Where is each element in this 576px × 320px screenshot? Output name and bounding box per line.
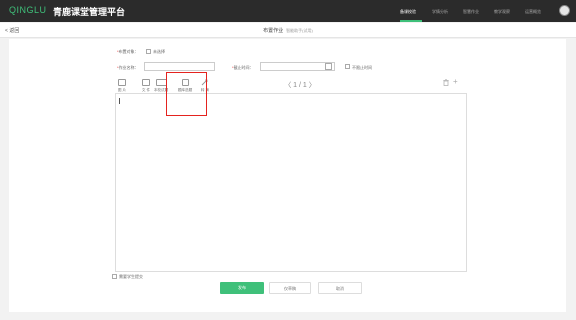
page-subtitle[interactable]: 智能助手(试用) <box>286 28 313 33</box>
logo: QINGLU <box>9 5 47 15</box>
calendar-icon[interactable] <box>325 63 332 70</box>
plus-icon[interactable]: + <box>453 77 458 86</box>
text-cursor <box>119 98 120 104</box>
homework-name-label: *作业名称： <box>117 65 139 70</box>
tool-file-label: 文 件 <box>141 88 151 92</box>
nav-item-smart-homework[interactable]: 智慧作业 <box>463 9 479 15</box>
target-value[interactable]: 未选择 <box>153 49 165 55</box>
save-draft-button[interactable]: 仅草稿 <box>269 282 311 294</box>
top-navigation-bar: QINGLU 青鹿课堂管理平台 备课校验 学情分析 智慧作业 教学观察 运营概览 <box>0 0 576 22</box>
tool-image-label: 图 片 <box>117 88 127 92</box>
trash-icon[interactable] <box>443 79 449 88</box>
deadline-label: *截止时间： <box>232 65 254 70</box>
nav-item-prep-check[interactable]: 备课校验 <box>400 9 416 15</box>
nav-item-learning-analysis[interactable]: 学情分析 <box>432 9 448 15</box>
nav-item-teaching-observation[interactable]: 教学观察 <box>494 9 510 15</box>
cancel-button[interactable]: 取消 <box>318 282 362 294</box>
tool-image[interactable]: 图 片 <box>114 79 130 93</box>
deadline-input[interactable] <box>260 62 335 71</box>
sub-header: < 返回 布置作业 智能助手(试用) <box>0 23 576 38</box>
active-nav-indicator <box>400 20 422 22</box>
book-icon <box>155 79 167 86</box>
homework-editor[interactable] <box>115 93 467 272</box>
nav-item-operation-overview[interactable]: 运营概览 <box>525 9 541 15</box>
require-submission-checkbox[interactable] <box>112 274 117 279</box>
page-navigator[interactable]: 〈 1 / 1 〉 <box>270 80 330 90</box>
require-submission-label: 需要学生提交 <box>119 274 143 279</box>
target-checkbox[interactable] <box>146 49 151 54</box>
image-icon <box>118 79 126 86</box>
target-label: *布置对象： <box>117 49 139 54</box>
annotation-highlight-box <box>166 72 207 116</box>
no-deadline-checkbox[interactable] <box>345 64 350 69</box>
page-title: 布置作业 智能助手(试用) <box>0 27 576 34</box>
homework-name-input[interactable] <box>144 62 215 71</box>
avatar[interactable] <box>559 5 570 16</box>
no-deadline-label: 不限止时间 <box>352 65 372 70</box>
publish-button[interactable]: 发布 <box>220 282 264 294</box>
brand-title[interactable]: 青鹿课堂管理平台 <box>53 5 125 18</box>
file-icon <box>142 79 150 86</box>
page-title-text: 布置作业 <box>263 28 284 34</box>
